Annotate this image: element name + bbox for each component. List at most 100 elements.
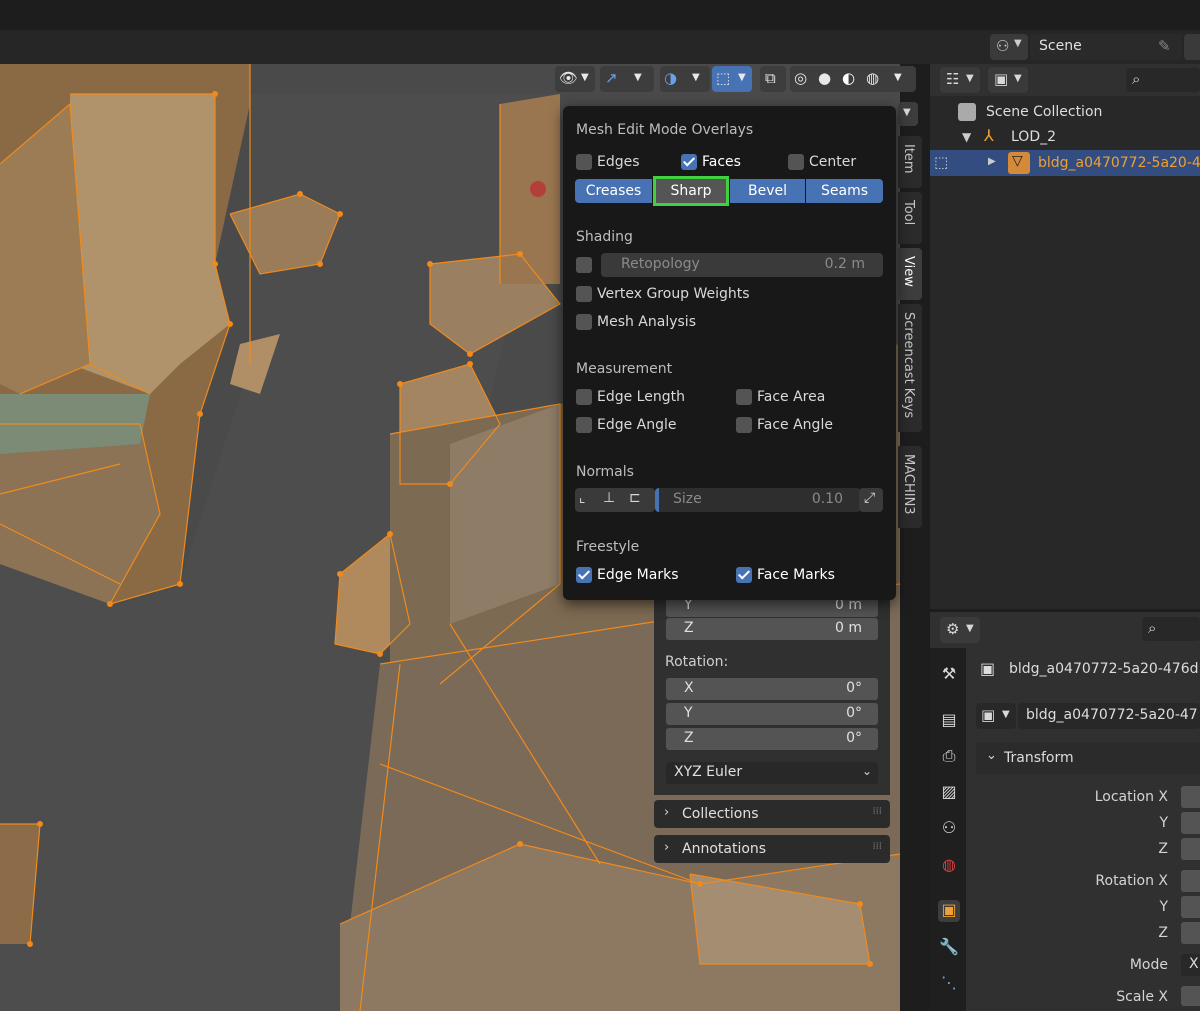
rotation-x-field[interactable] bbox=[1181, 870, 1200, 892]
solid-shading-icon: ● bbox=[818, 69, 832, 87]
normals-size-slider[interactable]: Size 0.10 bbox=[655, 488, 861, 512]
normals-display-group[interactable]: ⌞ ⊥ ⊏ bbox=[575, 488, 655, 512]
particles-icon[interactable]: ⋱ bbox=[938, 973, 960, 995]
face-angle-checkbox[interactable] bbox=[736, 417, 752, 433]
vertex-group-weights-label: Vertex Group Weights bbox=[597, 286, 750, 302]
filter-button[interactable]: ▣ ▼ bbox=[988, 67, 1028, 93]
rotation-title: Rotation: bbox=[665, 654, 729, 670]
popover-title: Mesh Edit Mode Overlays bbox=[576, 122, 754, 138]
render-icon[interactable]: ▤ bbox=[938, 710, 960, 732]
overlays-toggle-button[interactable]: ◑ ▼ bbox=[660, 66, 710, 92]
sharp-toggle[interactable]: Sharp bbox=[653, 176, 729, 206]
drag-handle-icon[interactable]: ⁞⁞⁞ bbox=[872, 841, 882, 852]
search-icon: ⌕ bbox=[1132, 70, 1141, 88]
chevron-down-icon: ▼ bbox=[1014, 73, 1022, 84]
edges-checkbox[interactable] bbox=[576, 154, 592, 170]
resize-icon: ⤢ bbox=[864, 490, 876, 506]
empty-object-icon: ⅄ bbox=[984, 126, 994, 145]
face-area-label: Face Area bbox=[757, 389, 826, 405]
visibility-button[interactable]: 👁 ▼ bbox=[555, 66, 595, 92]
options-dropdown[interactable]: ▼ bbox=[898, 102, 918, 126]
editor-type-button[interactable]: ⚙ ▼ bbox=[940, 617, 980, 643]
chevron-down-icon: ▼ bbox=[738, 72, 746, 83]
edge-marks-checkbox[interactable] bbox=[576, 567, 592, 583]
rotation-z-field[interactable]: Z 0° bbox=[666, 728, 878, 750]
location-z-field[interactable]: Z 0 m bbox=[666, 618, 878, 640]
object-icon[interactable]: ▣ bbox=[938, 900, 960, 922]
face-area-checkbox[interactable] bbox=[736, 389, 752, 405]
search-icon: ⌕ bbox=[1148, 619, 1157, 637]
rotation-mode-select[interactable]: XYZ Euler ⌄ bbox=[666, 762, 878, 784]
drag-handle-icon[interactable]: ⁞⁞⁞ bbox=[872, 806, 882, 817]
object-data-selector[interactable]: ▣ ▼ bbox=[976, 703, 1016, 729]
slider-value: 0.2 m bbox=[824, 256, 865, 272]
split-normals-icon[interactable]: ⊥ bbox=[603, 490, 615, 506]
properties-search-field[interactable]: ⌕ bbox=[1142, 617, 1200, 641]
output-icon[interactable]: ⎙ bbox=[938, 746, 960, 768]
object-name-field[interactable]: bldg_a0470772-5a20-47 bbox=[1018, 703, 1200, 729]
chevron-down-icon: ▼ bbox=[966, 623, 974, 634]
rotation-y-field[interactable] bbox=[1181, 896, 1200, 918]
location-x-field[interactable] bbox=[1181, 786, 1200, 808]
new-scene-button[interactable] bbox=[1184, 34, 1200, 60]
edge-length-checkbox[interactable] bbox=[576, 389, 592, 405]
tab-label: MACHIN3 bbox=[901, 454, 916, 515]
rotation-z-field[interactable] bbox=[1181, 922, 1200, 944]
tab-screencast-keys[interactable]: Screencast Keys bbox=[898, 304, 922, 432]
scene-icon[interactable]: ⚇ bbox=[938, 818, 960, 840]
vertex-normals-icon[interactable]: ⌞ bbox=[579, 490, 586, 506]
eye-icon: 👁 bbox=[559, 69, 579, 87]
transform-panel-header[interactable]: ⌄ Transform bbox=[976, 742, 1200, 774]
disclosure-triangle-icon[interactable]: ▶ bbox=[988, 156, 996, 167]
bevel-toggle[interactable]: Bevel bbox=[730, 179, 805, 203]
retopology-checkbox[interactable] bbox=[576, 257, 592, 273]
location-y-field[interactable] bbox=[1181, 812, 1200, 834]
tab-machin3[interactable]: MACHIN3 bbox=[898, 446, 922, 528]
pin-icon[interactable]: ✎ bbox=[1158, 37, 1171, 55]
outliner[interactable] bbox=[930, 64, 1200, 609]
creases-toggle[interactable]: Creases bbox=[575, 179, 652, 203]
face-normals-icon[interactable]: ⊏ bbox=[629, 490, 641, 506]
scene-collection-label: Scene Collection bbox=[986, 104, 1103, 120]
mesh-edit-overlays-button[interactable]: ⬚ ▼ bbox=[712, 66, 752, 92]
view-layer-icon[interactable]: ▨ bbox=[938, 782, 960, 804]
rotation-x-field[interactable]: X 0° bbox=[666, 678, 878, 700]
rotation-z-label: Z bbox=[1158, 925, 1168, 941]
panel-title: Annotations bbox=[682, 841, 767, 857]
outliner-search-field[interactable]: ⌕ bbox=[1126, 68, 1200, 92]
slider-value: 0.10 bbox=[811, 491, 843, 507]
panel-title: Transform bbox=[1004, 750, 1074, 766]
tab-item[interactable]: Item bbox=[898, 136, 922, 188]
faces-checkbox[interactable] bbox=[681, 154, 697, 170]
tab-label: View bbox=[901, 256, 916, 287]
collections-panel-header[interactable]: › Collections ⁞⁞⁞ bbox=[654, 800, 890, 828]
tool-icon[interactable]: ⚒ bbox=[938, 664, 960, 686]
tab-tool[interactable]: Tool bbox=[898, 192, 922, 244]
rotation-mode-select[interactable]: X bbox=[1181, 954, 1200, 976]
annotations-panel-header[interactable]: › Annotations ⁞⁞⁞ bbox=[654, 835, 890, 863]
location-z-field[interactable] bbox=[1181, 838, 1200, 860]
freestyle-title: Freestyle bbox=[576, 539, 640, 555]
retopology-slider[interactable]: Retopology 0.2 m bbox=[601, 253, 883, 277]
vertex-group-weights-checkbox[interactable] bbox=[576, 286, 592, 302]
display-mode-button[interactable]: ☷ ▼ bbox=[940, 67, 980, 93]
edge-angle-checkbox[interactable] bbox=[576, 417, 592, 433]
scale-x-field[interactable] bbox=[1181, 986, 1200, 1006]
face-marks-checkbox[interactable] bbox=[736, 567, 752, 583]
properties-icon: ⚙ bbox=[946, 620, 960, 638]
rotation-mode-label: Mode bbox=[1129, 957, 1168, 973]
rotation-y-field[interactable]: Y 0° bbox=[666, 703, 878, 725]
world-icon[interactable]: ◍ bbox=[938, 855, 960, 877]
disclosure-triangle-icon[interactable]: ▼ bbox=[962, 130, 971, 144]
wrench-icon[interactable]: 🔧 bbox=[938, 937, 960, 959]
shading-mode-group[interactable]: ◎ ● ◐ ◍ ▼ bbox=[790, 66, 916, 92]
chevron-down-icon: ▼ bbox=[581, 72, 589, 83]
tab-view[interactable]: View bbox=[898, 248, 922, 300]
center-checkbox[interactable] bbox=[788, 154, 804, 170]
seams-toggle[interactable]: Seams bbox=[806, 179, 883, 203]
xray-toggle-button[interactable]: ⧉ bbox=[760, 66, 786, 92]
mesh-analysis-checkbox[interactable] bbox=[576, 314, 592, 330]
gizmo-button[interactable]: ↗ ▼ bbox=[600, 66, 654, 92]
scene-selector-button[interactable]: ⚇ ▼ bbox=[990, 34, 1028, 60]
constant-screen-size-button[interactable]: ⤢ bbox=[859, 488, 883, 512]
